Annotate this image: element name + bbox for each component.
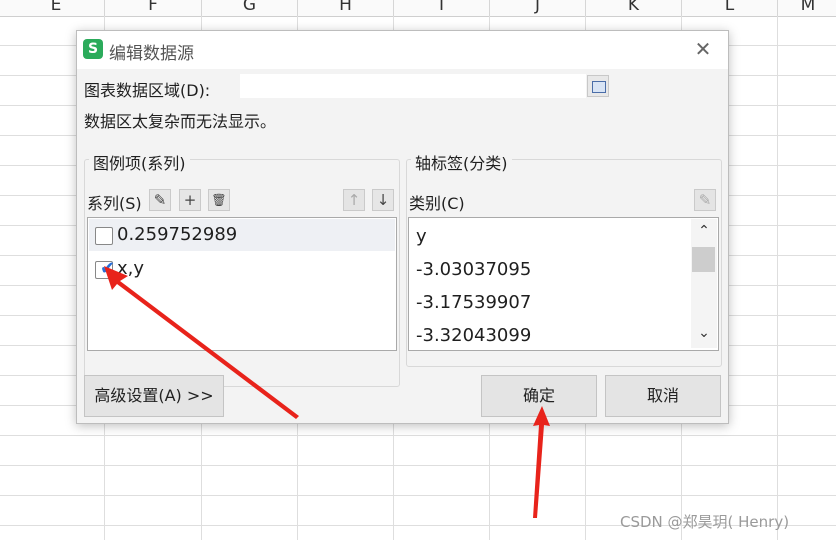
grid-line: [0, 465, 836, 466]
column-header-h[interactable]: H: [298, 0, 394, 16]
scroll-down-icon[interactable]: ⌄: [695, 325, 713, 341]
series-item-1[interactable]: 0.259752989: [89, 219, 395, 251]
series-2-checkbox[interactable]: ✔: [95, 258, 116, 279]
category-list[interactable]: y -3.03037095 -3.17539907 -3.32043099 ⌃ …: [408, 217, 719, 351]
column-header-g[interactable]: G: [202, 0, 298, 16]
column-header-row: E F G H I J K L M: [0, 0, 836, 17]
delete-series-button[interactable]: 🗑: [208, 189, 230, 211]
watermark: CSDN @郑昊玥( Henry): [620, 513, 790, 531]
series-1-checkbox[interactable]: [95, 227, 113, 245]
category-item: -3.17539907: [416, 292, 532, 313]
category-item: -3.03037095: [416, 259, 532, 280]
add-series-button[interactable]: +: [179, 189, 201, 211]
column-header-j[interactable]: J: [490, 0, 586, 16]
dialog-titlebar[interactable]: S 编辑数据源 ✕: [77, 31, 728, 69]
series-label: 系列(S): [87, 194, 142, 213]
series-list[interactable]: 0.259752989 ✔ x,y: [87, 217, 397, 351]
scroll-thumb[interactable]: [692, 247, 715, 272]
category-item: -3.32043099: [416, 325, 532, 346]
grid-line: [0, 435, 836, 436]
ok-button[interactable]: 确定: [481, 375, 597, 417]
range-select-button[interactable]: [587, 75, 609, 97]
column-header-i[interactable]: I: [394, 0, 490, 16]
grid-line: [0, 495, 836, 496]
series-1-label: 0.259752989: [117, 224, 238, 245]
category-scrollbar[interactable]: ⌃ ⌄: [691, 219, 717, 348]
legend-group-title: 图例项(系列): [89, 150, 190, 174]
scroll-up-icon[interactable]: ⌃: [695, 223, 713, 239]
plus-icon: +: [183, 191, 197, 209]
series-item-2[interactable]: ✔ x,y: [89, 253, 395, 285]
arrow-up-icon: ↑: [347, 191, 361, 209]
edit-category-button[interactable]: ✎: [694, 189, 716, 211]
trash-icon: 🗑: [211, 193, 227, 207]
arrow-down-icon: ↓: [376, 191, 390, 209]
cancel-button[interactable]: 取消: [605, 375, 721, 417]
column-header-m[interactable]: M: [778, 0, 836, 16]
column-header-e[interactable]: E: [8, 0, 105, 16]
series-2-label: x,y: [117, 258, 145, 279]
dialog-title: 编辑数据源: [109, 44, 194, 64]
pencil-icon: ✎: [698, 191, 712, 209]
grid-line: [777, 16, 778, 540]
column-header-k[interactable]: K: [586, 0, 682, 16]
chart-data-range-input[interactable]: [240, 74, 586, 98]
advanced-settings-button[interactable]: 高级设置(A) >>: [84, 375, 224, 417]
close-icon[interactable]: ✕: [693, 39, 713, 59]
chart-data-range-label: 图表数据区域(D):: [84, 81, 211, 100]
check-icon: ✔: [100, 258, 116, 279]
edit-data-source-dialog: S 编辑数据源 ✕ 图表数据区域(D): 数据区太复杂而无法显示。 图例项(系列…: [76, 30, 729, 424]
axis-group-title: 轴标签(分类): [411, 150, 512, 174]
move-down-button[interactable]: ↓: [372, 189, 394, 211]
wps-sheet-icon: S: [83, 39, 103, 59]
range-select-icon: [592, 81, 606, 93]
category-label: 类别(C): [409, 194, 465, 213]
move-up-button[interactable]: ↑: [343, 189, 365, 211]
column-header-f[interactable]: F: [105, 0, 202, 16]
category-item: y: [416, 226, 427, 247]
edit-series-button[interactable]: ✎: [149, 189, 171, 211]
pencil-icon: ✎: [153, 191, 167, 209]
range-too-complex-message: 数据区太复杂而无法显示。: [84, 112, 277, 131]
column-header-l[interactable]: L: [682, 0, 778, 16]
